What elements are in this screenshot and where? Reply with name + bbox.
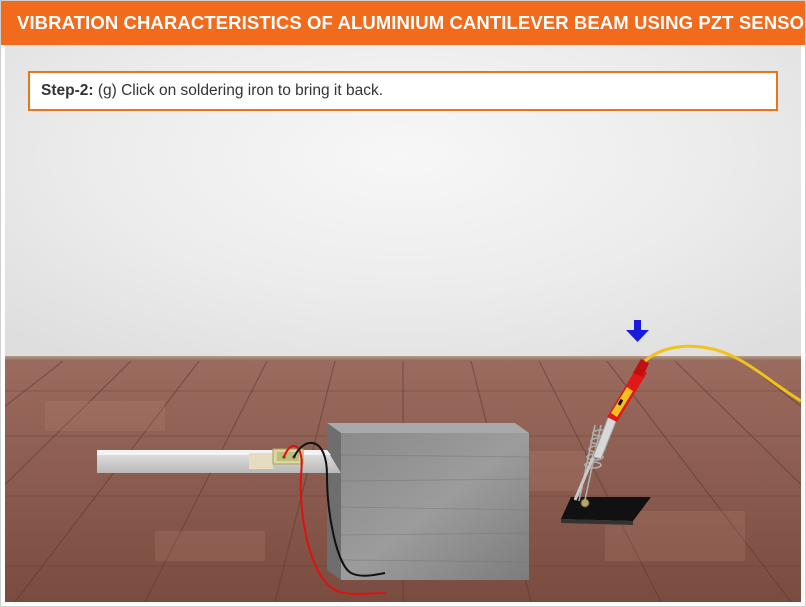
apparatus-layer xyxy=(97,320,801,596)
arrow-down-icon[interactable] xyxy=(626,320,649,342)
soldering-iron[interactable] xyxy=(573,344,801,501)
simulation-frame: VIBRATION CHARACTERISTICS OF ALUMINIUM C… xyxy=(0,0,806,607)
page-title: VIBRATION CHARACTERISTICS OF ALUMINIUM C… xyxy=(1,1,805,45)
clamp-block xyxy=(327,423,530,580)
aluminium-cantilever-beam xyxy=(97,450,341,473)
iron-cable xyxy=(643,344,801,403)
lab-scene: Step-2: (g) Click on soldering iron to b… xyxy=(5,45,801,602)
